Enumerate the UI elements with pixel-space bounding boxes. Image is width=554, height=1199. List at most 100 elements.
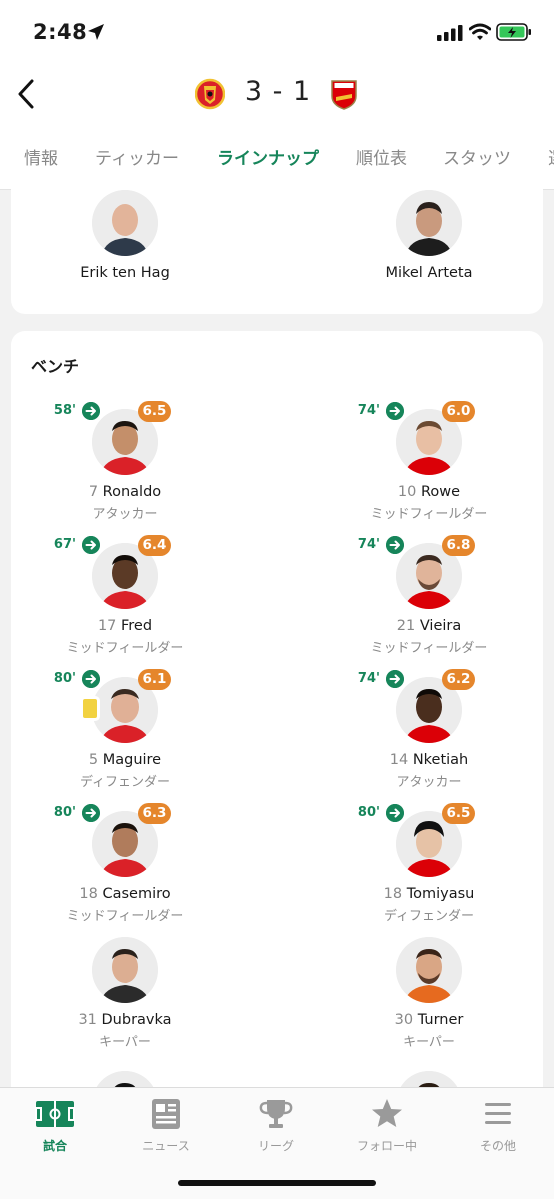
trophy-icon	[259, 1100, 293, 1128]
nav-leagues[interactable]: リーグ	[226, 1098, 326, 1154]
player-name: Casemiro	[102, 886, 171, 902]
nav-following[interactable]: フォロー中	[337, 1098, 437, 1154]
player-number: 18	[79, 886, 98, 902]
bench-player-home[interactable]: 80' 6.1 5 Maguire ディフェンダー	[25, 669, 225, 790]
nav-label: ニュース	[142, 1139, 190, 1153]
bench-player-away[interactable]: 80' 6.5 18 Tomiyasu ディフェンダー	[329, 803, 529, 924]
player-photo	[92, 937, 158, 1003]
sub-minute: 74'	[357, 537, 380, 552]
rating-badge: 6.0	[442, 401, 475, 422]
match-score: 3 - 1	[244, 76, 312, 107]
arsenal-crest-icon[interactable]	[330, 78, 358, 110]
player-photo: 74' 6.2	[358, 669, 475, 743]
tab-more[interactable]: 選	[548, 144, 554, 169]
player-position: ディフェンダー	[383, 909, 475, 924]
player-number: 7	[88, 484, 99, 500]
sub-minute: 80'	[53, 671, 76, 686]
rating-badge: 6.5	[442, 803, 475, 824]
rating-badge: 6.3	[138, 803, 171, 824]
nav-label: フォロー中	[356, 1139, 417, 1153]
pitch-icon	[35, 1101, 75, 1127]
bench-player-away[interactable]: 74' 6.8 21 Vieira ミッドフィールダー	[329, 535, 529, 656]
player-position: ミッドフィールダー	[370, 507, 488, 522]
sub-minute: 74'	[357, 671, 380, 686]
player-number: 21	[396, 618, 416, 634]
sub-minute: 74'	[357, 403, 380, 418]
player-name: Fred	[121, 618, 153, 634]
avatar	[396, 190, 462, 256]
substitution-in-icon	[386, 804, 404, 822]
sub-minute: 80'	[53, 805, 76, 820]
player-photo	[396, 937, 462, 1003]
substitution-in-icon	[386, 536, 404, 554]
player-photo: 74' 6.8	[358, 535, 475, 609]
player-position: キーパー	[403, 1035, 455, 1050]
sub-minute: 80'	[357, 805, 380, 820]
substitution-in-icon	[82, 804, 100, 822]
battery-charging-icon	[496, 23, 531, 41]
player-number: 30	[394, 1012, 414, 1028]
nav-news[interactable]: ニュース	[116, 1098, 216, 1154]
player-number: 18	[383, 886, 403, 902]
player-photo: 80' 6.1	[54, 669, 171, 743]
tab-ticker[interactable]: ティッカー	[95, 144, 179, 169]
nav-label: その他	[479, 1139, 516, 1153]
nav-more[interactable]: その他	[448, 1098, 548, 1154]
news-icon	[152, 1099, 180, 1129]
tab-lineup[interactable]: ラインナップ	[217, 144, 319, 169]
managers-card: Erik ten Hag Mikel Arteta	[11, 170, 543, 314]
bench-player-away[interactable]: 74' 6.0 10 Rowe ミッドフィールダー	[329, 401, 529, 522]
player-position: ディフェンダー	[79, 775, 171, 790]
wifi-icon	[469, 23, 491, 40]
bench-player-home[interactable]: 58' 6.5 7 Ronaldo アタッカー	[25, 401, 225, 522]
location-arrow-icon	[88, 24, 104, 40]
player-name: Tomiyasu	[406, 886, 475, 902]
rating-badge: 6.4	[138, 535, 171, 556]
bench-player-away[interactable]: 74' 6.2 14 Nketiah アタッカー	[329, 669, 529, 790]
rating-badge: 6.1	[138, 669, 171, 690]
player-position: キーパー	[99, 1035, 151, 1050]
star-icon	[372, 1099, 402, 1127]
manager-away[interactable]: Mikel Arteta	[329, 190, 529, 281]
substitution-in-icon	[82, 670, 100, 688]
avatar	[92, 190, 158, 256]
tab-stats[interactable]: スタッツ	[443, 144, 511, 169]
player-number: 14	[389, 752, 409, 768]
player-position: ミッドフィールダー	[66, 909, 184, 924]
player-position: アタッカー	[92, 507, 158, 522]
manchester-united-crest-icon[interactable]	[195, 78, 225, 110]
bench-title: ベンチ	[31, 357, 80, 376]
player-name: Maguire	[102, 752, 162, 768]
player-name: Rowe	[420, 484, 461, 500]
nav-label: 試合	[42, 1139, 67, 1153]
player-name: Ronaldo	[102, 484, 162, 500]
menu-icon	[485, 1103, 511, 1124]
substitution-in-icon	[82, 536, 100, 554]
player-number: 17	[97, 618, 117, 634]
player-number: 10	[397, 484, 417, 500]
player-name: Nketiah	[412, 752, 469, 768]
player-name: Turner	[417, 1012, 464, 1028]
tab-info[interactable]: 情報	[24, 144, 58, 169]
tab-standings[interactable]: 順位表	[356, 144, 407, 169]
nav-matches[interactable]: 試合	[5, 1098, 105, 1154]
back-arrow-icon[interactable]	[14, 76, 40, 112]
cellular-signal-icon	[437, 25, 463, 41]
rating-badge: 6.5	[138, 401, 171, 422]
substitution-in-icon	[386, 670, 404, 688]
bench-player-home[interactable]: 67' 6.4 17 Fred ミッドフィールダー	[25, 535, 225, 656]
player-photo: 58' 6.5	[54, 401, 171, 475]
home-indicator	[178, 1180, 376, 1186]
bench-card: ベンチ 58' 6.5 7 Ronaldo アタッカー 67' 6.4 17 F…	[11, 331, 543, 1137]
player-name: Dubravka	[101, 1012, 172, 1028]
bench-player-home[interactable]: 80' 6.3 18 Casemiro ミッドフィールダー	[25, 803, 225, 924]
player-photo: 80' 6.3	[54, 803, 171, 877]
bench-player-home[interactable]: 31 Dubravka キーパー	[25, 937, 225, 1050]
player-photo: 67' 6.4	[54, 535, 171, 609]
manager-name: Erik ten Hag	[80, 265, 170, 281]
rating-badge: 6.8	[442, 535, 475, 556]
bench-player-away[interactable]: 30 Turner キーパー	[329, 937, 529, 1050]
status-time: 2:48	[33, 20, 88, 44]
manager-home[interactable]: Erik ten Hag	[25, 190, 225, 281]
player-position: アタッカー	[396, 775, 462, 790]
